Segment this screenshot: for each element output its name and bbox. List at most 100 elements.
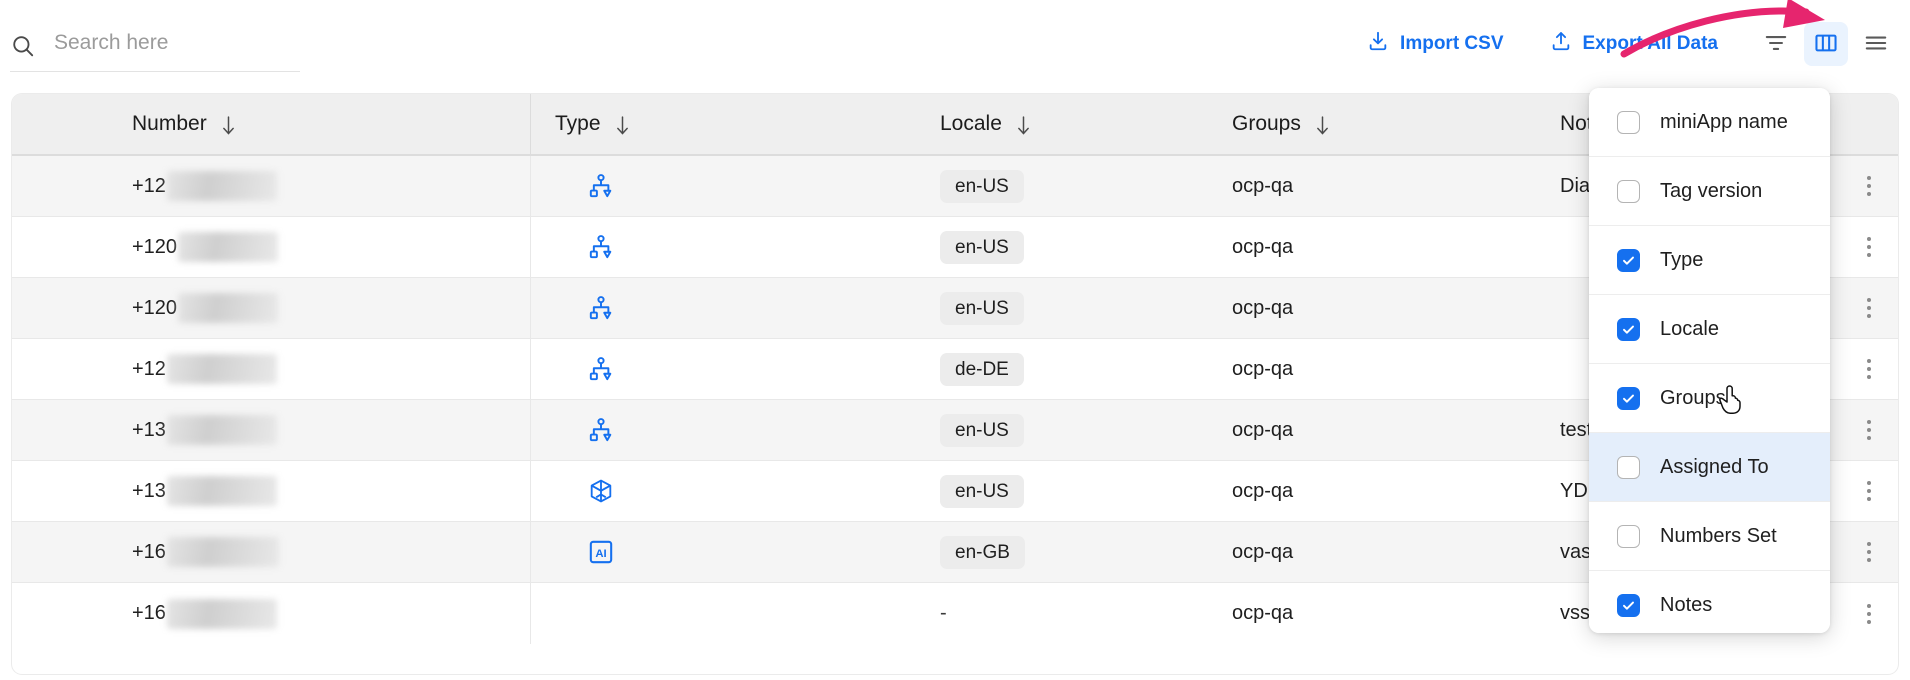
column-header-locale-label: Locale	[940, 112, 1002, 135]
checkbox[interactable]	[1617, 524, 1640, 548]
phone-number: +12	[132, 354, 277, 384]
kebab-menu-icon[interactable]	[1867, 481, 1871, 501]
search-input[interactable]	[54, 30, 284, 61]
redacted-number-mask	[166, 476, 277, 506]
row-actions-button[interactable]	[1840, 217, 1898, 278]
cell-type	[530, 583, 830, 644]
columns-settings-screen: Import CSV Export All Data	[0, 0, 1910, 680]
overflow-menu-button[interactable]	[1854, 22, 1898, 66]
cell-type	[530, 216, 830, 278]
filter-button[interactable]	[1754, 22, 1798, 66]
column-header-groups-label: Groups	[1232, 112, 1301, 135]
locale-pill: en-US	[940, 291, 1024, 325]
column-toggle-notes[interactable]: Notes	[1589, 571, 1830, 633]
cell-number: +120	[12, 217, 530, 278]
checkbox[interactable]	[1617, 317, 1640, 341]
kebab-menu-icon[interactable]	[1867, 603, 1871, 624]
sort-down-arrow-icon[interactable]	[614, 115, 631, 135]
export-all-data-label: Export All Data	[1582, 33, 1719, 54]
column-toggle-groups[interactable]: Groups	[1589, 364, 1830, 433]
locale-pill: en-US	[940, 169, 1024, 203]
redacted-number-mask	[166, 415, 277, 445]
locale-empty: -	[940, 602, 947, 624]
cell-groups: ocp-qa	[1232, 479, 1294, 502]
column-toggle-assigned-to[interactable]: Assigned To	[1589, 433, 1830, 502]
cell-type	[530, 155, 830, 217]
cell-locale: -	[830, 583, 1120, 644]
redacted-number-mask	[166, 598, 277, 629]
kebab-menu-icon[interactable]	[1867, 176, 1871, 196]
column-header-locale[interactable]: Locale	[830, 94, 1120, 155]
checkbox[interactable]	[1617, 455, 1640, 479]
cell-type	[530, 521, 830, 583]
filter-icon	[1763, 30, 1789, 59]
kebab-menu-icon[interactable]	[1867, 298, 1871, 318]
column-toggle-label: Locale	[1660, 317, 1719, 340]
checkbox[interactable]	[1617, 386, 1640, 410]
column-header-groups[interactable]: Groups	[1120, 94, 1440, 155]
checkbox[interactable]	[1617, 594, 1640, 617]
row-actions-button[interactable]	[1840, 156, 1898, 217]
kebab-menu-icon[interactable]	[1867, 420, 1871, 440]
column-toggle-miniapp-name[interactable]: miniApp name	[1589, 88, 1830, 157]
cell-type	[530, 399, 830, 461]
cell-type	[530, 460, 830, 522]
import-csv-button[interactable]: Import CSV	[1357, 24, 1513, 64]
columns-visibility-dropdown[interactable]: miniApp name Tag version Type Locale Groups A…	[1589, 88, 1830, 633]
upload-icon	[1550, 30, 1572, 58]
sort-down-arrow-icon[interactable]	[1015, 115, 1032, 135]
column-toggle-label: Notes	[1660, 594, 1713, 616]
phone-number: +16	[132, 598, 277, 629]
sort-down-arrow-icon[interactable]	[1314, 115, 1331, 135]
column-header-type[interactable]: Type	[530, 94, 830, 155]
row-actions-button[interactable]	[1840, 583, 1898, 644]
ai-box-icon	[588, 539, 614, 565]
column-toggle-label: Groups	[1660, 386, 1726, 409]
column-toggle-label: Type	[1660, 248, 1704, 271]
kebab-menu-icon[interactable]	[1867, 542, 1871, 562]
phone-number: +13	[132, 415, 277, 445]
checkbox[interactable]	[1617, 110, 1640, 134]
row-actions-button[interactable]	[1840, 278, 1898, 339]
hamburger-menu-icon	[1863, 30, 1889, 59]
row-actions-button[interactable]	[1840, 339, 1898, 400]
cell-locale: en-US	[830, 400, 1120, 461]
column-toggle-numbers-set[interactable]: Numbers Set	[1589, 502, 1830, 571]
checkbox[interactable]	[1617, 248, 1640, 272]
locale-pill: en-US	[940, 230, 1024, 264]
phone-number: +12	[132, 171, 277, 201]
row-actions-button[interactable]	[1840, 522, 1898, 583]
column-header-actions	[1840, 94, 1898, 155]
download-icon	[1367, 30, 1389, 58]
row-actions-button[interactable]	[1840, 400, 1898, 461]
cell-type	[530, 277, 830, 339]
redacted-number-mask	[178, 232, 279, 262]
cell-locale: en-GB	[830, 522, 1120, 583]
phone-number: +16	[132, 537, 279, 567]
cell-locale: en-US	[830, 461, 1120, 522]
check-icon	[1621, 322, 1636, 337]
locale-pill: en-GB	[940, 535, 1025, 569]
sitemap-icon	[588, 234, 614, 260]
sitemap-icon	[588, 295, 614, 321]
cell-groups: ocp-qa	[1232, 235, 1294, 258]
check-icon	[1621, 391, 1636, 406]
columns-button[interactable]	[1804, 22, 1848, 66]
cell-groups: ocp-qa	[1232, 540, 1294, 563]
sitemap-icon	[588, 417, 614, 443]
cell-locale: en-US	[830, 217, 1120, 278]
cell-groups: ocp-qa	[1232, 418, 1294, 441]
column-toggle-locale[interactable]: Locale	[1589, 295, 1830, 364]
search-box[interactable]	[10, 20, 300, 72]
export-all-data-button[interactable]: Export All Data	[1540, 24, 1729, 64]
kebab-menu-icon[interactable]	[1867, 359, 1871, 379]
column-toggle-tag-version[interactable]: Tag version	[1589, 157, 1830, 226]
checkbox[interactable]	[1617, 179, 1640, 203]
kebab-menu-icon[interactable]	[1867, 237, 1871, 257]
toolbar-actions: Import CSV Export All Data	[1357, 20, 1898, 68]
row-actions-button[interactable]	[1840, 461, 1898, 522]
cell-locale: en-US	[830, 278, 1120, 339]
column-toggle-type[interactable]: Type	[1589, 226, 1830, 295]
column-header-number[interactable]: Number	[12, 94, 530, 155]
sort-down-arrow-icon[interactable]	[220, 115, 237, 135]
